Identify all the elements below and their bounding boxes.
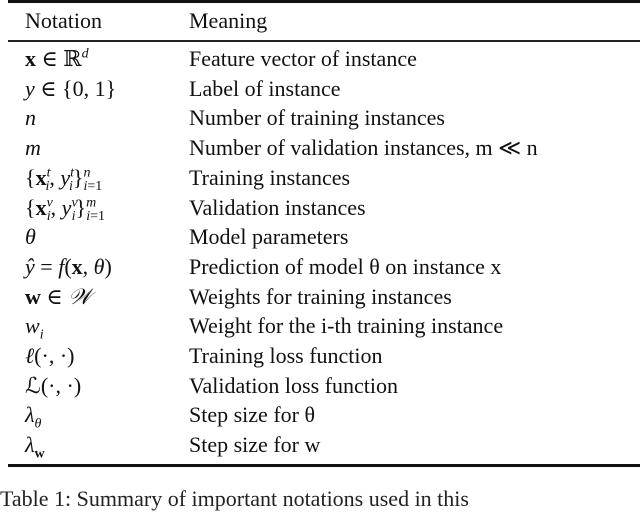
meaning-cell: Weights for training instances [189, 283, 452, 309]
table-body: x ∈ ℝd Feature vector of instance y ∈ {0… [0, 44, 640, 462]
table-row: m Number of validation instances, m ≪ n [0, 133, 640, 163]
table-row: x ∈ ℝd Feature vector of instance [0, 44, 640, 74]
table-caption: Table 1: Summary of important notations … [0, 486, 469, 511]
header-meaning: Meaning [189, 8, 268, 33]
table-row: λθ Step size for θ [0, 400, 640, 432]
table-row: {xvi, yvi}mi=1 Validation instances [0, 193, 640, 224]
meaning-cell: Label of instance [189, 75, 341, 101]
notation-cell: w ∈ 𝒲 [25, 283, 92, 309]
meaning-cell: Number of validation instances, m ≪ n [189, 135, 538, 161]
table-row: {xti, yti}ni=1 Training instances [0, 163, 640, 195]
meaning-cell: Validation loss function [189, 372, 398, 398]
meaning-cell: Training loss function [189, 343, 383, 369]
notation-cell: ŷ = f(x, θ) [25, 253, 112, 279]
notation-cell: y ∈ {0, 1} [25, 75, 117, 101]
meaning-cell: Number of training instances [189, 105, 445, 131]
table-row: λw Step size for w [0, 430, 640, 462]
notation-cell: ℓ(·, ·) [25, 343, 75, 369]
table-row: ℒ(·, ·) Validation loss function [0, 371, 640, 401]
meaning-cell: Feature vector of instance [189, 46, 417, 71]
table-header: Notation Meaning [0, 6, 640, 38]
notation-cell: {xvi, yvi}mi=1 [25, 194, 106, 224]
table-top-rule [8, 0, 640, 3]
table-row: wi Weight for the i-th training instance [0, 311, 640, 343]
header-notation: Notation [25, 8, 102, 33]
table-row: θ Model parameters [0, 222, 640, 252]
notation-cell: m [25, 135, 41, 161]
table-row: ℓ(·, ·) Training loss function [0, 341, 640, 371]
notation-cell: x ∈ ℝd [25, 46, 89, 71]
meaning-cell: Prediction of model θ on instance x [189, 253, 502, 279]
notation-cell: {xti, yti}ni=1 [25, 164, 103, 195]
notation-cell: n [25, 105, 36, 131]
table-row: ŷ = f(x, θ) Prediction of model θ on ins… [0, 252, 640, 282]
table-row: w ∈ 𝒲 Weights for training instances [0, 282, 640, 312]
meaning-cell: Training instances [189, 164, 351, 190]
meaning-cell: Validation instances [189, 194, 366, 220]
table-row: n Number of training instances [0, 103, 640, 133]
table-header-rule [8, 40, 640, 42]
notation-cell: ℒ(·, ·) [25, 372, 82, 398]
table-bottom-rule [8, 464, 640, 467]
notation-cell: wi [25, 313, 44, 343]
notation-cell: θ [25, 224, 36, 250]
meaning-cell: Step size for θ [189, 402, 316, 428]
notation-cell: λθ [25, 402, 42, 432]
notation-cell: λw [25, 432, 45, 462]
meaning-cell: Step size for w [189, 432, 321, 458]
meaning-cell: Weight for the i-th training instance [189, 313, 504, 339]
table-row: y ∈ {0, 1} Label of instance [0, 74, 640, 104]
meaning-cell: Model parameters [189, 224, 349, 250]
